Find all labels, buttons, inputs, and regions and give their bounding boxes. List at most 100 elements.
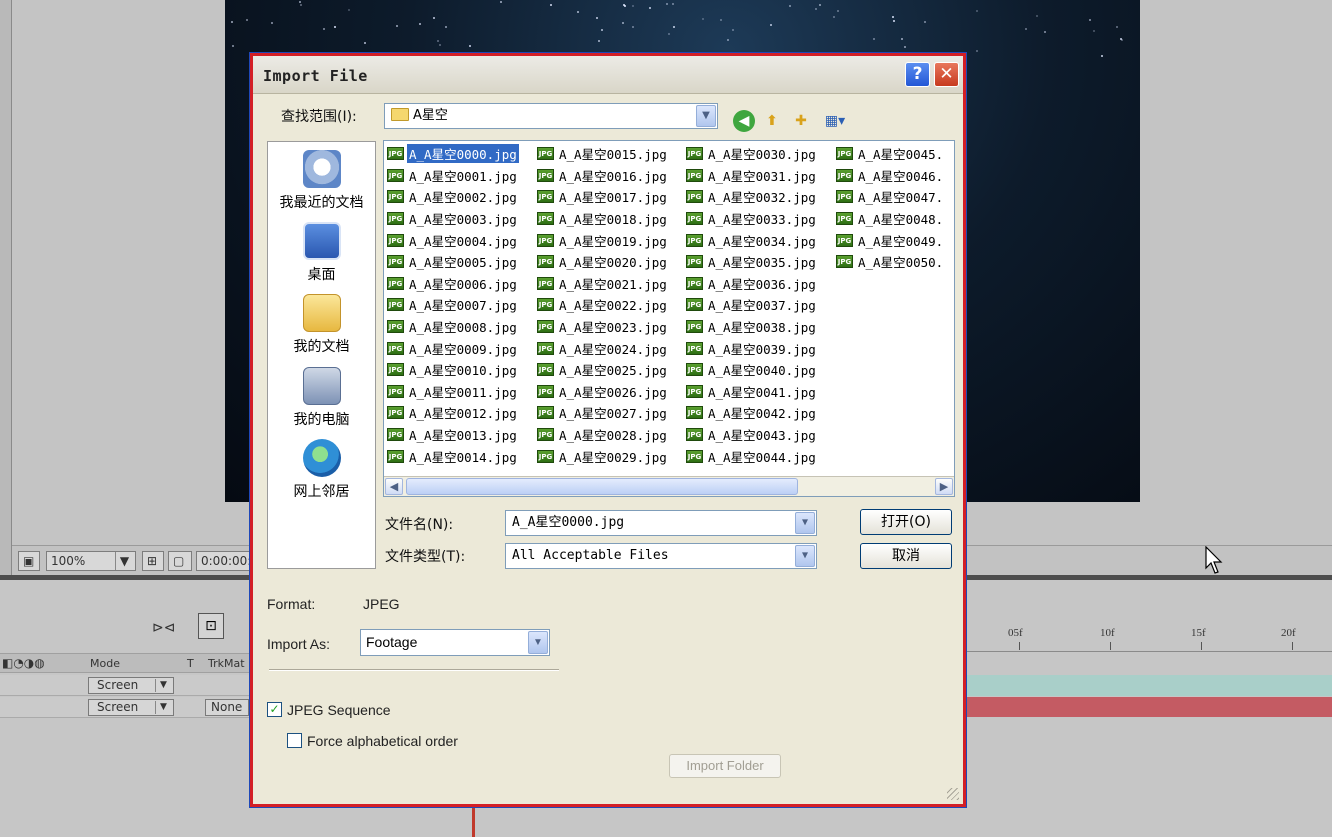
timecode-display[interactable]: 0:00:00: bbox=[196, 551, 252, 571]
file-list[interactable]: JPG A_A星空0000.jpg JPG A_A星空0001.jpg JPG A_A星空… bbox=[383, 140, 955, 497]
scrollbar-thumb[interactable] bbox=[406, 478, 798, 495]
file-item[interactable]: JPG A_A星空0010.jpg bbox=[387, 359, 519, 381]
blend-mode-dropdown[interactable]: Screen ▼ bbox=[88, 699, 174, 716]
back-icon[interactable]: ◀ bbox=[733, 110, 755, 132]
file-item[interactable]: JPG A_A星空0015.jpg bbox=[537, 143, 669, 165]
file-item[interactable]: JPG A_A星空0024.jpg bbox=[537, 337, 669, 359]
safe-area-icon[interactable]: ▢ bbox=[168, 551, 192, 571]
file-item[interactable]: JPG A_A星空0029.jpg bbox=[537, 445, 669, 467]
dialog-titlebar[interactable]: Import File ? ✕ bbox=[253, 56, 963, 94]
blend-mode-dropdown[interactable]: Screen ▼ bbox=[88, 677, 174, 694]
file-item[interactable]: JPG A_A星空0000.jpg bbox=[387, 143, 520, 165]
file-item[interactable]: JPG A_A星空0026.jpg bbox=[537, 381, 669, 403]
open-button[interactable]: 打开(O) bbox=[860, 509, 952, 535]
file-item[interactable]: JPG A_A星空0035.jpg bbox=[686, 251, 818, 273]
file-item[interactable]: JPG A_A星空0032.jpg bbox=[686, 186, 818, 208]
place-label: 我的电脑 bbox=[293, 412, 350, 428]
layer-row[interactable]: Screen ▼ bbox=[0, 675, 250, 696]
force-alphabetical-checkbox[interactable] bbox=[287, 733, 302, 748]
file-item[interactable]: JPG A_A星空0046. bbox=[836, 165, 945, 187]
resize-grip[interactable] bbox=[947, 788, 959, 800]
layer-bar[interactable] bbox=[966, 675, 1332, 696]
file-item[interactable]: JPG A_A星空0009.jpg bbox=[387, 337, 519, 359]
place-recent[interactable]: 我最近的文档 bbox=[268, 150, 375, 212]
filetype-dropdown[interactable]: All Acceptable Files ▼ bbox=[505, 543, 817, 569]
file-item[interactable]: JPG A_A星空0005.jpg bbox=[387, 251, 519, 273]
import-as-dropdown[interactable]: Footage ▼ bbox=[360, 629, 550, 656]
file-item[interactable]: JPG A_A星空0004.jpg bbox=[387, 229, 519, 251]
file-item[interactable]: JPG A_A星空0028.jpg bbox=[537, 424, 669, 446]
file-item[interactable]: JPG A_A星空0047. bbox=[836, 186, 945, 208]
scroll-left-icon[interactable]: ◀ bbox=[385, 478, 403, 495]
file-item[interactable]: JPG A_A星空0034.jpg bbox=[686, 229, 818, 251]
file-item[interactable]: JPG A_A星空0002.jpg bbox=[387, 186, 519, 208]
file-item[interactable]: JPG A_A星空0027.jpg bbox=[537, 402, 669, 424]
parent-link-icon[interactable]: ⊳⊲ bbox=[152, 620, 175, 636]
close-button[interactable]: ✕ bbox=[934, 62, 959, 87]
place-desktop[interactable]: 桌面 bbox=[268, 222, 375, 284]
star-dot bbox=[901, 38, 903, 40]
draft-3d-icon[interactable]: ⊡ bbox=[198, 613, 224, 639]
cancel-button[interactable]: 取消 bbox=[860, 543, 952, 569]
file-item[interactable]: JPG A_A星空0016.jpg bbox=[537, 165, 669, 187]
file-item[interactable]: JPG A_A星空0006.jpg bbox=[387, 273, 519, 295]
file-item[interactable]: JPG A_A星空0020.jpg bbox=[537, 251, 669, 273]
file-item[interactable]: JPG A_A星空0044.jpg bbox=[686, 445, 818, 467]
file-item[interactable]: JPG A_A星空0021.jpg bbox=[537, 273, 669, 295]
file-item[interactable]: JPG A_A星空0039.jpg bbox=[686, 337, 818, 359]
file-item[interactable]: JPG A_A星空0036.jpg bbox=[686, 273, 818, 295]
jpeg-sequence-checkbox[interactable]: ✓ bbox=[267, 702, 282, 717]
file-item[interactable]: JPG A_A星空0042.jpg bbox=[686, 402, 818, 424]
chevron-down-icon: ▼ bbox=[155, 679, 171, 692]
file-item[interactable]: JPG A_A星空0048. bbox=[836, 208, 945, 230]
star-dot bbox=[819, 4, 821, 6]
file-item[interactable]: JPG A_A星空0022.jpg bbox=[537, 294, 669, 316]
view-menu-icon[interactable]: ▦▾ bbox=[819, 110, 851, 132]
scroll-right-icon[interactable]: ▶ bbox=[935, 478, 953, 495]
place-my-computer[interactable]: 我的电脑 bbox=[268, 367, 375, 429]
file-item[interactable]: JPG A_A星空0008.jpg bbox=[387, 316, 519, 338]
file-item[interactable]: JPG A_A星空0018.jpg bbox=[537, 208, 669, 230]
file-item[interactable]: JPG A_A星空0003.jpg bbox=[387, 208, 519, 230]
up-folder-icon[interactable]: ⬆ bbox=[761, 110, 783, 132]
file-item[interactable]: JPG A_A星空0012.jpg bbox=[387, 402, 519, 424]
file-item[interactable]: JPG A_A星空0045. bbox=[836, 143, 945, 165]
file-item[interactable]: JPG A_A星空0007.jpg bbox=[387, 294, 519, 316]
file-item[interactable]: JPG A_A星空0001.jpg bbox=[387, 165, 519, 187]
file-item[interactable]: JPG A_A星空0050. bbox=[836, 251, 945, 273]
file-item[interactable]: JPG A_A星空0037.jpg bbox=[686, 294, 818, 316]
layer-row[interactable]: Screen ▼ None bbox=[0, 697, 250, 718]
new-folder-icon[interactable]: ✚ bbox=[790, 110, 812, 132]
help-button[interactable]: ? bbox=[905, 62, 930, 87]
file-item[interactable]: JPG A_A星空0023.jpg bbox=[537, 316, 669, 338]
look-in-dropdown[interactable]: A星空 ▼ bbox=[384, 103, 718, 129]
place-my-documents[interactable]: 我的文档 bbox=[268, 294, 375, 356]
layer-bar[interactable] bbox=[966, 697, 1332, 717]
file-item[interactable]: JPG A_A星空0031.jpg bbox=[686, 165, 818, 187]
current-time-indicator[interactable] bbox=[472, 807, 475, 837]
file-item[interactable]: JPG A_A星空0049. bbox=[836, 229, 945, 251]
file-item[interactable]: JPG A_A星空0041.jpg bbox=[686, 381, 818, 403]
viewer-menu-icon[interactable]: ▣ bbox=[18, 551, 40, 571]
file-item[interactable]: JPG A_A星空0030.jpg bbox=[686, 143, 818, 165]
file-item[interactable]: JPG A_A星空0011.jpg bbox=[387, 381, 519, 403]
file-item[interactable]: JPG A_A星空0038.jpg bbox=[686, 316, 818, 338]
file-item[interactable]: JPG A_A星空0017.jpg bbox=[537, 186, 669, 208]
file-item[interactable]: JPG A_A星空0033.jpg bbox=[686, 208, 818, 230]
file-item[interactable]: JPG A_A星空0043.jpg bbox=[686, 424, 818, 446]
filename-input[interactable]: A_A星空0000.jpg ▼ bbox=[505, 510, 817, 536]
file-item[interactable]: JPG A_A星空0013.jpg bbox=[387, 424, 519, 446]
grid-icon[interactable]: ⊞ bbox=[142, 551, 164, 571]
file-item[interactable]: JPG A_A星空0040.jpg bbox=[686, 359, 818, 381]
trkmat-dropdown[interactable]: None bbox=[205, 699, 249, 716]
file-item[interactable]: JPG A_A星空0019.jpg bbox=[537, 229, 669, 251]
import-folder-button[interactable]: Import Folder bbox=[669, 754, 781, 778]
time-ruler[interactable]: 05f 10f 15f 20f bbox=[966, 620, 1332, 652]
zoom-dropdown[interactable]: 100% ▼ bbox=[46, 551, 136, 571]
file-item[interactable]: JPG A_A星空0025.jpg bbox=[537, 359, 669, 381]
star-dot bbox=[904, 46, 906, 48]
place-label: 网上邻居 bbox=[293, 484, 350, 500]
place-network[interactable]: 网上邻居 bbox=[268, 439, 375, 501]
horizontal-scrollbar[interactable]: ◀ ▶ bbox=[384, 476, 954, 496]
file-item[interactable]: JPG A_A星空0014.jpg bbox=[387, 445, 519, 467]
